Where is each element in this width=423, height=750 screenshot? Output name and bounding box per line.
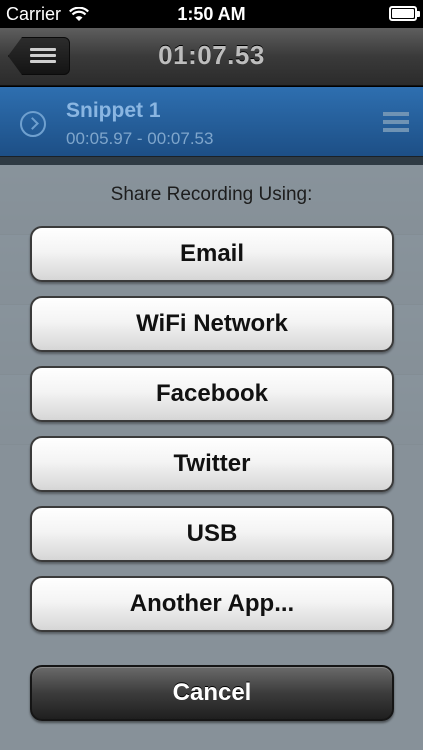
snippet-name: Snippet 1 [66, 99, 161, 122]
status-time: 1:50 AM [177, 4, 246, 24]
usb-button[interactable]: USB [30, 506, 394, 562]
facebook-button[interactable]: Facebook [30, 366, 394, 422]
battery-icon [389, 6, 420, 21]
another-app-button[interactable]: Another App... [30, 576, 394, 632]
nav-bar: 01:07.53 [0, 28, 423, 86]
share-sheet-title: Share Recording Using: [110, 184, 313, 205]
twitter-button[interactable]: Twitter [30, 436, 394, 492]
reorder-handle-icon[interactable] [383, 112, 409, 132]
snippet-row[interactable]: Snippet 1 00:05.97 - 00:07.53 [0, 87, 423, 157]
recording-duration-title: 01:07.53 [158, 40, 265, 70]
cancel-button[interactable]: Cancel [30, 665, 394, 721]
email-button[interactable]: Email [30, 226, 394, 282]
wifi-network-button[interactable]: WiFi Network [30, 296, 394, 352]
chevron-right-circle-icon[interactable] [20, 111, 46, 137]
snippet-time-range: 00:05.97 - 00:07.53 [66, 129, 214, 148]
status-bar: Carrier 1:50 AM [0, 0, 423, 28]
